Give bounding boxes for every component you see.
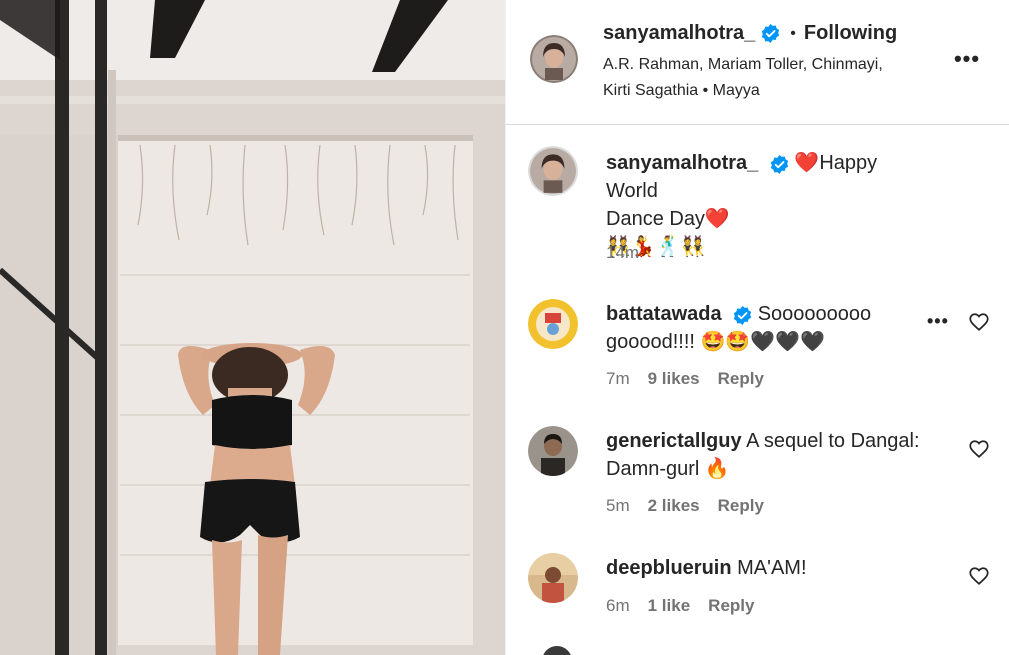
separator-dot: • <box>790 24 796 42</box>
heart-outline-icon[interactable] <box>968 565 990 587</box>
reply-button[interactable]: Reply <box>708 596 754 616</box>
username-link[interactable]: generictallguy <box>606 430 742 452</box>
following-button[interactable]: Following <box>804 22 897 45</box>
timestamp[interactable]: 6m <box>606 596 630 616</box>
username-link[interactable]: deepblueruin <box>606 557 732 579</box>
more-options-icon[interactable]: ••• <box>950 46 984 71</box>
caption-line-2: Dance Day❤️ <box>606 208 730 230</box>
avatar[interactable] <box>542 646 572 655</box>
caption-emojis: 👯💃🕺👯 <box>606 236 706 258</box>
comment-body: MA'AM! <box>737 557 807 579</box>
verified-badge-icon <box>733 305 752 326</box>
likes-count[interactable]: 1 like <box>648 596 691 616</box>
reply-button[interactable]: Reply <box>718 369 764 389</box>
comment-more-icon[interactable]: ••• <box>927 311 949 332</box>
timestamp[interactable]: 7m <box>606 369 630 389</box>
avatar[interactable] <box>528 426 578 476</box>
username-link[interactable]: battatawada <box>606 303 722 325</box>
dance-photo-image <box>0 0 505 655</box>
comment-meta: 5m 2 likes Reply <box>606 496 764 516</box>
likes-count[interactable]: 2 likes <box>648 496 700 516</box>
comment-text: deepblueruin MA'AM! <box>606 554 926 582</box>
avatar[interactable] <box>528 553 578 603</box>
username-link[interactable]: sanyamalhotra_ <box>603 22 755 45</box>
comment-meta: 7m 9 likes Reply <box>606 369 764 389</box>
comment-meta: 6m 1 like Reply <box>606 596 754 616</box>
heart-outline-icon[interactable] <box>968 311 990 333</box>
audio-attribution[interactable]: A.R. Rahman, Mariam Toller, Chinmayi, Ki… <box>603 52 923 104</box>
audio-line-2: Kirti Sagathia • Mayya <box>603 82 760 99</box>
avatar[interactable] <box>528 299 578 349</box>
comment-text: generictallguy A sequel to Dangal: Damn-… <box>606 427 926 483</box>
comment-text: battatawada Sooooooooo gooood!!!! 🤩🤩🖤🖤🖤 <box>606 300 926 356</box>
verified-badge-icon <box>770 154 789 175</box>
post-header: sanyamalhotra_ • Following A.R. Rahman, … <box>506 0 1009 125</box>
post-photo <box>0 0 505 655</box>
post-side-panel: sanyamalhotra_ • Following A.R. Rahman, … <box>505 0 1009 655</box>
timestamp[interactable]: 5m <box>606 496 630 516</box>
likes-count[interactable]: 9 likes <box>648 369 700 389</box>
verified-badge-icon <box>761 24 780 43</box>
reply-button[interactable]: Reply <box>718 496 764 516</box>
header-title-line: sanyamalhotra_ • Following <box>603 22 897 45</box>
timestamp[interactable]: 14m <box>606 243 639 263</box>
heart-outline-icon[interactable] <box>968 438 990 460</box>
avatar[interactable] <box>530 35 578 83</box>
username-link[interactable]: sanyamalhotra_ <box>606 152 758 174</box>
avatar[interactable] <box>528 146 578 196</box>
audio-line-1: A.R. Rahman, Mariam Toller, Chinmayi, <box>603 56 883 73</box>
caption-text: sanyamalhotra_ ❤️Happy World Dance Day❤️… <box>606 149 926 261</box>
caption-meta: 14m <box>606 243 639 263</box>
